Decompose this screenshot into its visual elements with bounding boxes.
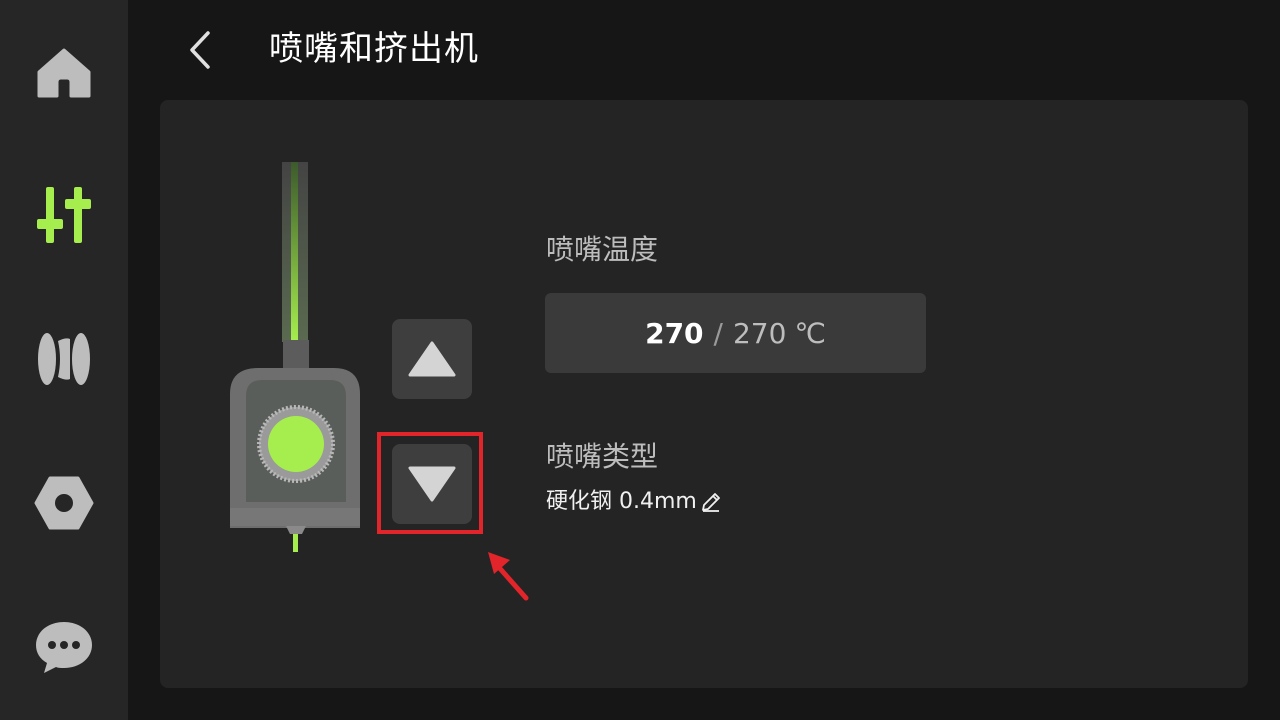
nav-filament[interactable] xyxy=(24,319,104,399)
nozzle-type-text: 硬化钢 0.4mm xyxy=(546,489,697,514)
main-panel: 喷嘴温度 270 / 270 ℃ 喷嘴类型 硬化钢 0.4mm xyxy=(160,100,1248,688)
nozzle-type-label: 喷嘴类型 xyxy=(546,440,659,473)
target-temperature: 270 xyxy=(732,316,787,350)
sliders-icon xyxy=(37,187,91,243)
temperature-separator: / xyxy=(713,316,723,350)
annotation-highlight-box xyxy=(377,432,483,534)
back-button[interactable] xyxy=(176,24,224,76)
triangle-up-icon xyxy=(408,341,456,377)
sidebar xyxy=(0,0,128,720)
extrude-up-button[interactable] xyxy=(392,319,472,399)
annotation-arrow-icon xyxy=(488,552,529,601)
nav-home[interactable] xyxy=(24,32,104,112)
nozzle-temperature-field[interactable]: 270 / 270 ℃ xyxy=(545,293,926,373)
extruder-illustration xyxy=(230,162,360,552)
page-title: 喷嘴和挤出机 xyxy=(269,29,479,69)
chevron-left-icon xyxy=(190,31,210,69)
nav-messages[interactable] xyxy=(24,607,104,687)
nav-controls[interactable] xyxy=(24,175,104,255)
nozzle-temperature-label: 喷嘴温度 xyxy=(546,233,659,266)
home-icon xyxy=(37,48,91,98)
nav-settings[interactable] xyxy=(24,463,104,543)
hex-nut-icon xyxy=(34,476,94,530)
temperature-unit: ℃ xyxy=(794,316,826,350)
current-temperature: 270 xyxy=(645,316,704,350)
header: 喷嘴和挤出机 xyxy=(128,0,1280,100)
chat-bubble-icon xyxy=(36,622,92,673)
nozzle-type-value[interactable]: 硬化钢 0.4mm xyxy=(546,486,723,518)
pencil-icon[interactable] xyxy=(699,490,723,514)
filament-spool-icon xyxy=(38,333,90,385)
